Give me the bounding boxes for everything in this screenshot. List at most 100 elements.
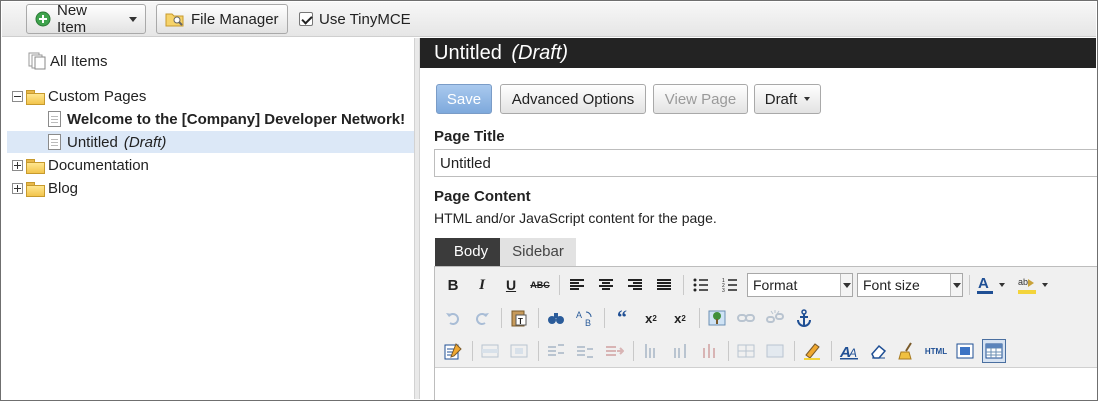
- save-button[interactable]: Save: [436, 84, 492, 114]
- unlink-icon[interactable]: [763, 306, 787, 330]
- tree-item-untitled-page[interactable]: Untitled (Draft): [7, 131, 415, 153]
- toolbar-divider: [633, 341, 634, 361]
- toolbar-divider: [683, 275, 684, 295]
- paste-text-icon[interactable]: T: [507, 306, 531, 330]
- table-cell-props-icon[interactable]: [507, 339, 531, 363]
- toolbar-divider: [472, 341, 473, 361]
- advanced-options-button[interactable]: Advanced Options: [500, 84, 646, 114]
- tab-sidebar[interactable]: Sidebar: [500, 238, 576, 266]
- chevron-down-icon: [840, 274, 852, 296]
- use-tinymce-checkbox[interactable]: [299, 12, 313, 26]
- align-left-icon[interactable]: [565, 273, 589, 297]
- tree-item-label: Untitled: [67, 133, 118, 151]
- highlighter-icon[interactable]: [800, 339, 824, 363]
- redo-icon[interactable]: [470, 306, 494, 330]
- anchor-icon[interactable]: [792, 306, 816, 330]
- tree-item-all-items[interactable]: All Items: [28, 50, 108, 72]
- bullet-list-icon[interactable]: [689, 273, 713, 297]
- page-title: Untitled: [434, 42, 502, 64]
- toolbar-divider: [604, 308, 605, 328]
- align-right-icon[interactable]: [623, 273, 647, 297]
- folder-icon: [26, 181, 45, 197]
- search-icon[interactable]: [544, 306, 568, 330]
- row-insert-before-icon[interactable]: [544, 339, 568, 363]
- cleanup-broom-icon[interactable]: [895, 339, 919, 363]
- superscript-icon[interactable]: x2: [668, 306, 692, 330]
- toolbar-divider: [728, 341, 729, 361]
- subscript-icon[interactable]: x2: [639, 306, 663, 330]
- tree-item-custom-pages[interactable]: Custom Pages: [12, 85, 146, 107]
- view-page-button[interactable]: View Page: [653, 84, 748, 114]
- svg-text:3: 3: [722, 288, 725, 292]
- toolbar-divider: [538, 308, 539, 328]
- expand-icon[interactable]: [12, 159, 23, 171]
- app-window: New Item File Manager Use TinyMCE All It…: [0, 0, 1098, 401]
- styles-icon[interactable]: AA: [837, 339, 861, 363]
- table-row-props-icon[interactable]: [478, 339, 502, 363]
- replace-icon[interactable]: AB: [573, 306, 597, 330]
- insert-image-icon[interactable]: [705, 306, 729, 330]
- editor-toolbar: B I U ABC 123 Format Font size A ab T A …: [435, 267, 1097, 367]
- folder-open-icon: [26, 89, 45, 105]
- align-center-icon[interactable]: [594, 273, 618, 297]
- fullscreen-icon[interactable]: [953, 339, 977, 363]
- text-color-icon[interactable]: A: [975, 273, 1005, 297]
- toolbar-divider: [831, 341, 832, 361]
- underline-icon[interactable]: U: [499, 273, 523, 297]
- numbered-list-icon[interactable]: 123: [718, 273, 742, 297]
- new-item-button[interactable]: New Item: [26, 2, 146, 36]
- align-justify-icon[interactable]: [652, 273, 676, 297]
- expand-icon[interactable]: [12, 182, 23, 194]
- tree-item-welcome-page[interactable]: Welcome to the [Company] Developer Netwo…: [48, 108, 405, 130]
- tree-item-label: Documentation: [48, 156, 149, 174]
- editor-content-area[interactable]: [435, 367, 1097, 400]
- page-status: (Draft): [511, 42, 569, 64]
- add-circle-icon: [35, 11, 51, 27]
- tree-item-blog[interactable]: Blog: [12, 177, 78, 199]
- delete-col-icon[interactable]: [697, 339, 721, 363]
- use-tinymce-label: Use TinyMCE: [319, 11, 411, 28]
- insert-table-icon[interactable]: [982, 339, 1006, 363]
- html-icon[interactable]: HTML: [924, 339, 948, 363]
- svg-text:A: A: [848, 346, 857, 360]
- status-dropdown[interactable]: Draft: [754, 84, 821, 114]
- tree-item-label: Blog: [48, 179, 79, 197]
- draft-status: (Draft): [123, 133, 167, 151]
- file-manager-label: File Manager: [191, 10, 279, 28]
- rich-text-editor: B I U ABC 123 Format Font size A ab T A …: [434, 266, 1097, 400]
- row-insert-after-icon[interactable]: [573, 339, 597, 363]
- toolbar-row-3: AA HTML: [435, 335, 1097, 367]
- page-title-input[interactable]: Untitled: [434, 149, 1097, 177]
- tree-item-label: All Items: [50, 52, 108, 70]
- page-content-help: HTML and/or JavaScript content for the p…: [434, 210, 717, 226]
- pages-icon: [28, 52, 46, 70]
- top-toolbar: New Item File Manager Use TinyMCE: [2, 2, 1096, 37]
- chevron-down-icon: [950, 274, 962, 296]
- eraser-icon[interactable]: [866, 339, 890, 363]
- edit-source-icon[interactable]: [441, 339, 465, 363]
- highlight-color-icon[interactable]: ab: [1016, 273, 1048, 297]
- collapse-icon[interactable]: [12, 90, 23, 102]
- new-item-label: New Item: [57, 2, 88, 36]
- merge-cells-icon[interactable]: [763, 339, 787, 363]
- tab-body[interactable]: Body: [435, 238, 507, 266]
- blockquote-icon[interactable]: “: [610, 306, 634, 330]
- col-insert-after-icon[interactable]: [668, 339, 692, 363]
- folder-search-icon: [165, 11, 185, 27]
- delete-row-icon[interactable]: [602, 339, 626, 363]
- page-icon: [48, 134, 61, 150]
- col-insert-before-icon[interactable]: [639, 339, 663, 363]
- toolbar-divider: [538, 341, 539, 361]
- format-select[interactable]: Format: [747, 273, 853, 297]
- tree-item-documentation[interactable]: Documentation: [12, 154, 149, 176]
- strikethrough-icon[interactable]: ABC: [528, 273, 552, 297]
- bold-icon[interactable]: B: [441, 273, 465, 297]
- file-manager-button[interactable]: File Manager: [156, 4, 288, 34]
- tree-item-label: Welcome to the [Company] Developer Netwo…: [67, 110, 406, 128]
- toolbar-divider: [699, 308, 700, 328]
- italic-icon[interactable]: I: [470, 273, 494, 297]
- split-cells-icon[interactable]: [734, 339, 758, 363]
- font-size-select[interactable]: Font size: [857, 273, 963, 297]
- link-icon[interactable]: [734, 306, 758, 330]
- undo-icon[interactable]: [441, 306, 465, 330]
